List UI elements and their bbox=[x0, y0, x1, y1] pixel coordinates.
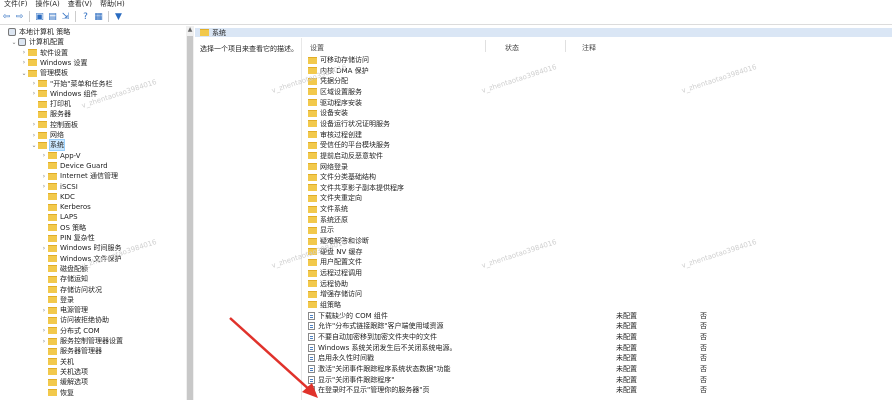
annotation-arrow bbox=[229, 317, 318, 398]
arrow-shaft bbox=[229, 317, 313, 393]
